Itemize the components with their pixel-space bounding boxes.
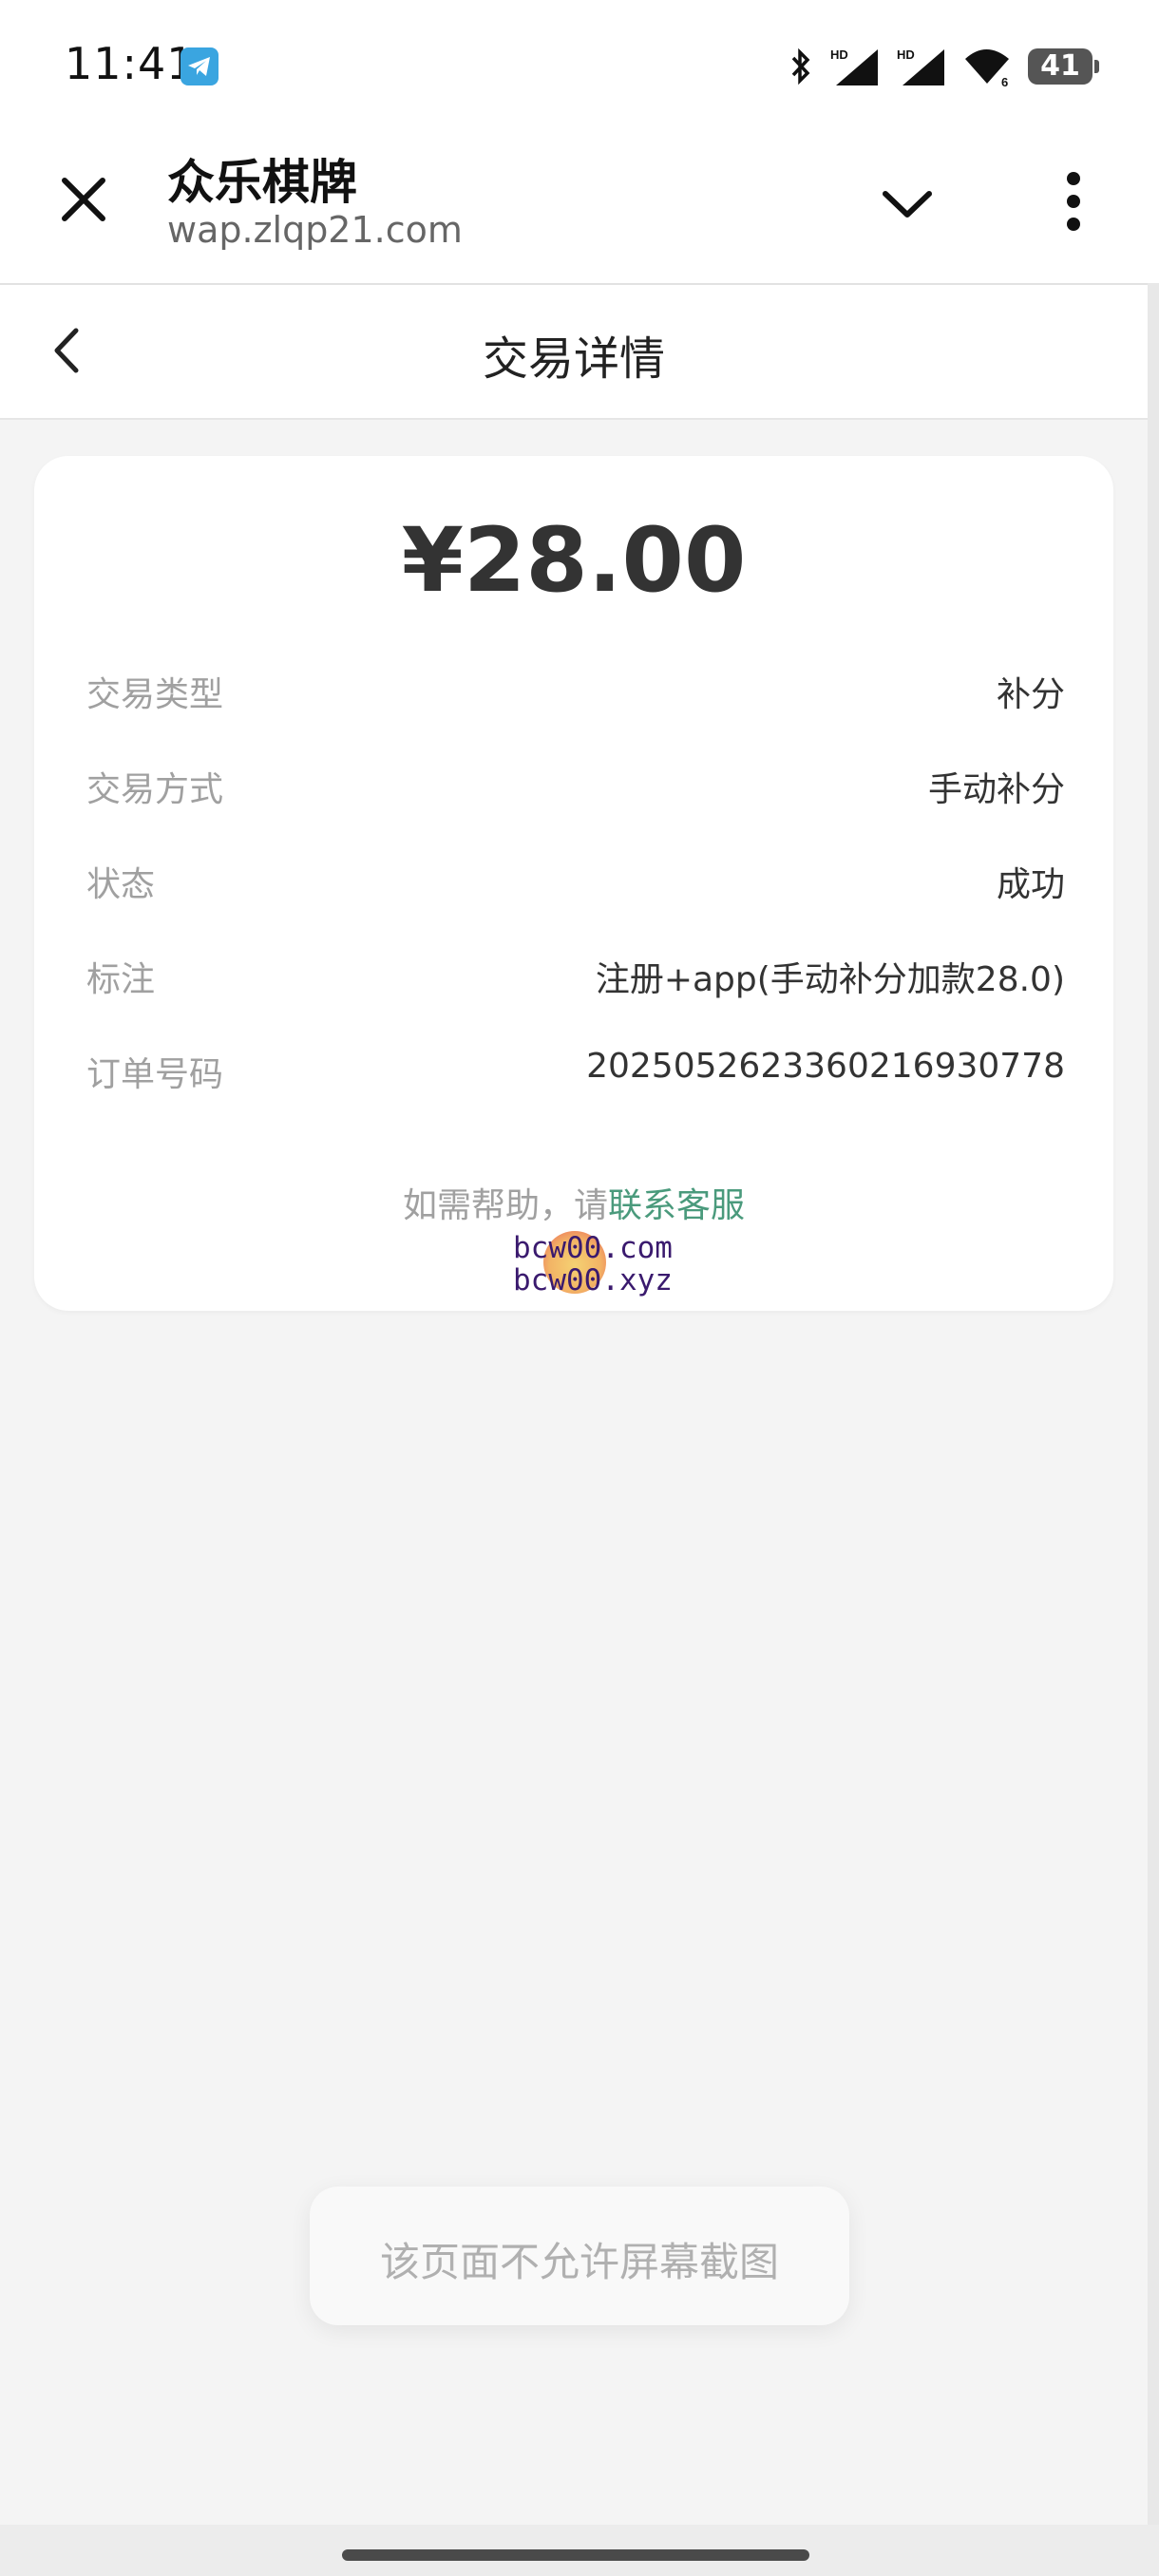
- bluetooth-icon: [791, 47, 810, 85]
- detail-value: 2025052623360216930778: [586, 1047, 1065, 1086]
- help-prefix: 如需帮助，请: [402, 1186, 608, 1225]
- detail-value: 手动补分: [927, 770, 1065, 809]
- close-icon: [62, 178, 105, 221]
- hd-signal-icon: HD: [830, 47, 878, 85]
- gesture-bar-area: [0, 2525, 1159, 2576]
- home-indicator[interactable]: [342, 2549, 809, 2561]
- hd-signal-icon: HD: [897, 47, 944, 85]
- status-bar: 11:41 HD HD 6 41: [0, 0, 1159, 123]
- page-nav-bar: 交易详情: [0, 285, 1148, 420]
- site-title: 众乐棋牌: [167, 155, 357, 210]
- watermark-line2: bcw00.xyz: [513, 1263, 673, 1297]
- scrollbar[interactable]: [1148, 283, 1159, 2525]
- svg-text:6: 6: [1001, 75, 1008, 87]
- status-icons: HD HD 6 41: [787, 44, 1099, 89]
- chevron-down-icon: [883, 191, 932, 218]
- detail-value: 注册+app(手动补分加款28.0): [595, 960, 1065, 999]
- browser-header: 众乐棋牌 wap.zlqp21.com: [0, 123, 1159, 285]
- watermark: bcw00.com bcw00.xyz: [507, 1231, 678, 1301]
- detail-row-order-number: 订单号码 2025052623360216930778: [86, 1047, 1065, 1104]
- more-vertical-icon: [1067, 172, 1080, 231]
- status-time: 11:41: [65, 38, 196, 89]
- wifi-icon: 6: [965, 49, 1009, 87]
- site-url: wap.zlqp21.com: [167, 209, 463, 251]
- svg-text:HD: HD: [897, 47, 915, 62]
- watermark-line1: bcw00.com: [513, 1231, 673, 1265]
- detail-row-method: 交易方式 手动补分: [86, 762, 1065, 819]
- svg-text:HD: HD: [830, 47, 848, 62]
- close-button[interactable]: [53, 169, 114, 230]
- transaction-card: ¥28.00 交易类型 补分 交易方式 手动补分 状态 成功 标注 注册+app…: [34, 456, 1113, 1311]
- battery-indicator: 41: [1028, 48, 1099, 85]
- help-text: 如需帮助，请联系客服: [34, 1178, 1113, 1227]
- detail-label: 订单号码: [86, 1055, 224, 1094]
- detail-label: 交易方式: [86, 770, 224, 809]
- transaction-amount: ¥28.00: [401, 509, 747, 613]
- detail-row-status: 状态 成功: [86, 857, 1065, 914]
- page-title: 交易详情: [482, 332, 665, 386]
- telegram-icon: [180, 47, 218, 85]
- detail-row-type: 交易类型 补分: [86, 667, 1065, 724]
- contact-support-link[interactable]: 联系客服: [608, 1186, 745, 1225]
- more-menu-button[interactable]: [1045, 165, 1102, 241]
- detail-value: 成功: [996, 865, 1065, 904]
- detail-label: 标注: [86, 960, 156, 999]
- detail-row-note: 标注 注册+app(手动补分加款28.0): [86, 952, 1065, 1009]
- expand-button[interactable]: [874, 171, 940, 237]
- screenshot-blocked-toast: 该页面不允许屏幕截图: [310, 2187, 849, 2325]
- detail-label: 状态: [86, 865, 156, 904]
- detail-value: 补分: [996, 675, 1065, 714]
- toast-message: 该页面不允许屏幕截图: [379, 2239, 779, 2285]
- detail-label: 交易类型: [86, 675, 224, 714]
